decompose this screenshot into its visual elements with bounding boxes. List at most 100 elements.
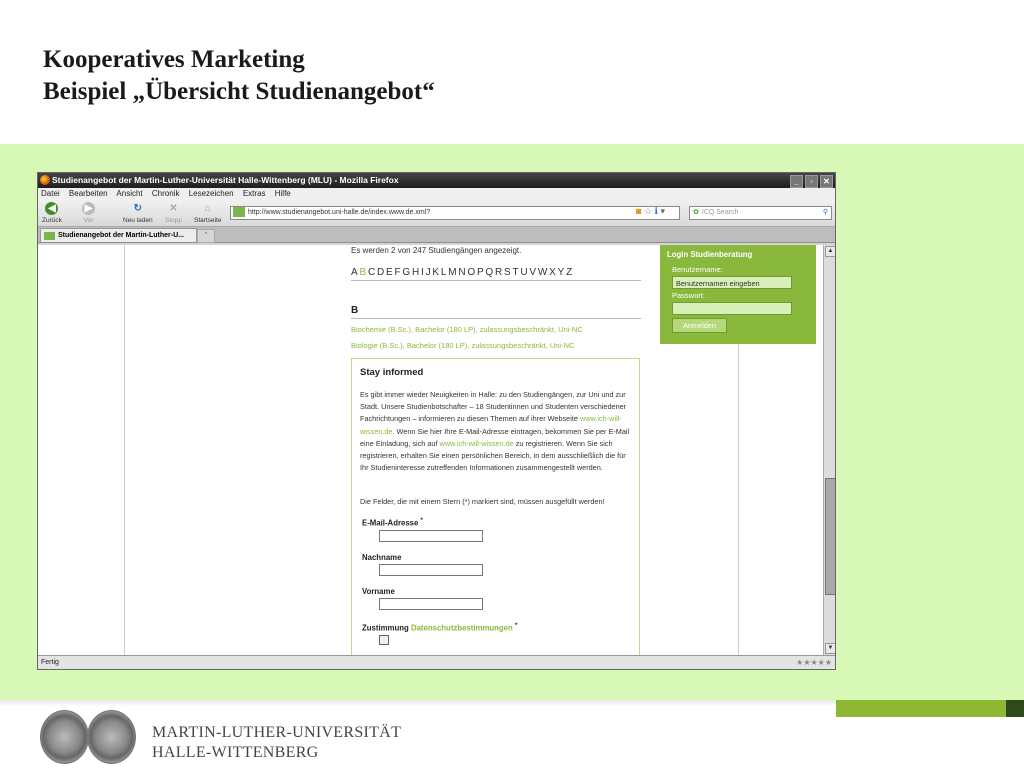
alphabet-letter-h[interactable]: H [412,267,420,278]
slide-title-line2: Beispiel „Übersicht Studienangebot“ [43,78,435,105]
stay-informed-intro: Es gibt immer wieder Neuigkeiten in Hall… [360,389,636,474]
menu-hilfe[interactable]: Hilfe [275,189,291,198]
minimize-icon[interactable]: _ [790,175,803,188]
stop-icon: ✕ [169,203,178,214]
email-label-text: E-Mail-Adresse [362,518,419,528]
alphabet-letter-b[interactable]: B [359,267,366,278]
course-link-biologie[interactable]: Biologie (B.Sc.), Bachelor (180 LP), zul… [351,341,574,350]
required-marker: * [420,518,423,524]
home-button[interactable]: ⌂ Startseite [194,202,221,224]
login-title: Login Studienberatung [667,250,753,259]
alphabet-filter: ABCDEFGHIJKLMNOPQRSTUVWXYZ [351,267,574,278]
status-text: Fertig [41,659,59,666]
reload-button[interactable]: ↻ Neu laden [123,202,153,224]
alphabet-letter-f[interactable]: F [394,267,401,278]
alphabet-letter-m[interactable]: M [448,267,457,278]
slide-title: Kooperatives Marketing Beispiel „Übersic… [43,44,435,108]
login-button[interactable]: Anmelden [672,318,727,333]
alphabet-letter-j[interactable]: J [426,267,432,278]
maximize-icon[interactable]: ▫ [805,175,818,188]
email-field[interactable] [379,530,483,542]
tab-studienangebot[interactable]: Studienangebot der Martin-Luther-U... [40,228,197,242]
search-input[interactable]: ✿ ICQ Search ⚲ [689,206,832,220]
page-viewport: Es werden 2 von 247 Studiengängen angeze… [38,245,823,655]
ich-will-wissen-link[interactable]: www.ich-will-wissen.de [440,439,514,448]
footer-divider [0,700,836,706]
scrollbar-thumb[interactable] [825,478,835,595]
magnifier-icon[interactable]: ⚲ [823,207,828,219]
alphabet-letter-v[interactable]: V [529,267,536,278]
alphabet-letter-e[interactable]: E [386,267,393,278]
url-bar[interactable]: http://www.studienangebot.uni-halle.de/i… [230,206,680,220]
menu-ansicht[interactable]: Ansicht [116,189,142,198]
alphabet-letter-k[interactable]: K [432,267,439,278]
back-button[interactable]: ◀ Zurück [42,202,62,224]
back-arrow-icon: ◀ [45,202,59,215]
rating-stars-icon: ★★★★★ [796,658,832,667]
page-content: Es werden 2 von 247 Studiengängen angeze… [124,245,816,655]
scroll-down-icon[interactable]: ▼ [825,643,835,654]
firefox-window: Studienangebot der Martin-Luther-Univers… [37,172,836,670]
menu-chronik[interactable]: Chronik [152,189,180,198]
back-label: Zurück [42,217,62,224]
forward-button[interactable]: ▶ Vor [82,202,95,224]
alphabet-letter-l[interactable]: L [441,267,447,278]
alphabet-letter-x[interactable]: X [549,267,556,278]
tab-title: Studienangebot der Martin-Luther-U... [58,232,184,239]
menu-datei[interactable]: Datei [41,189,60,198]
lastname-field[interactable] [379,564,483,576]
alphabet-letter-c[interactable]: C [368,267,376,278]
course-link-biochemie[interactable]: Biochemie (B.Sc.), Bachelor (180 LP), zu… [351,325,583,334]
privacy-policy-link[interactable]: Datenschutzbestimmungen [411,624,513,633]
result-count: Es werden 2 von 247 Studiengängen angeze… [351,246,522,255]
alphabet-letter-y[interactable]: Y [558,267,565,278]
new-tab-button[interactable]: ⌃ [197,229,215,243]
alphabet-letter-i[interactable]: I [421,267,424,278]
window-controls: _ ▫ ✕ [788,174,833,189]
vertical-scrollbar[interactable]: ▲ ▼ [823,245,835,655]
firstname-label: Vorname [362,587,395,596]
consent-checkbox[interactable] [379,635,389,645]
window-titlebar: Studienangebot der Martin-Luther-Univers… [38,173,835,188]
alphabet-letter-w[interactable]: W [538,267,548,278]
alphabet-letter-z[interactable]: Z [566,267,573,278]
university-seal-icon [87,710,136,764]
alphabet-letter-o[interactable]: O [467,267,475,278]
rss-icon[interactable]: ◙ [636,206,641,216]
stay-informed-heading: Stay informed [360,367,424,378]
bookmark-star-icon[interactable]: ☆ [644,206,652,216]
scroll-up-icon[interactable]: ▲ [825,246,835,257]
site-favicon [233,207,245,218]
status-bar: Fertig ★★★★★ [38,655,835,669]
menu-lesezeichen[interactable]: Lesezeichen [189,189,234,198]
alphabet-letter-u[interactable]: U [520,267,528,278]
university-name-line2: HALLE-WITTENBERG [152,744,319,761]
consent-label-text: Zustimmung [362,623,409,633]
dropdown-icon[interactable]: ▾ [660,206,665,216]
login-box: Login Studienberatung Benutzername: Benu… [660,245,816,344]
username-input[interactable]: Benutzernamen eingeben [672,276,792,289]
alphabet-letter-a[interactable]: A [351,267,358,278]
footer-accent-bar [836,700,1006,717]
alphabet-letter-s[interactable]: S [504,267,511,278]
alphabet-letter-g[interactable]: G [402,267,410,278]
stop-button[interactable]: ✕ Stopp [165,202,182,224]
navigation-toolbar: ◀ Zurück ▶ Vor ↻ Neu laden ✕ Stopp ⌂ Sta… [38,199,835,227]
alphabet-letter-r[interactable]: R [495,267,503,278]
alphabet-letter-p[interactable]: P [477,267,484,278]
section-letter: B [351,305,359,316]
divider [351,318,641,319]
firstname-field[interactable] [379,598,483,610]
info-icon[interactable]: ℹ [655,206,658,216]
menu-bearbeiten[interactable]: Bearbeiten [69,189,108,198]
university-name-line1: MARTIN-LUTHER-UNIVERSITÄT [152,724,402,741]
home-label: Startseite [194,217,222,224]
required-note: Die Felder, die mit einem Stern (*) mark… [360,497,605,506]
menu-extras[interactable]: Extras [243,189,266,198]
alphabet-letter-t[interactable]: T [512,267,519,278]
alphabet-letter-n[interactable]: N [458,267,466,278]
close-icon[interactable]: ✕ [820,175,833,188]
alphabet-letter-d[interactable]: D [377,267,385,278]
password-input[interactable] [672,302,792,315]
alphabet-letter-q[interactable]: Q [485,267,493,278]
